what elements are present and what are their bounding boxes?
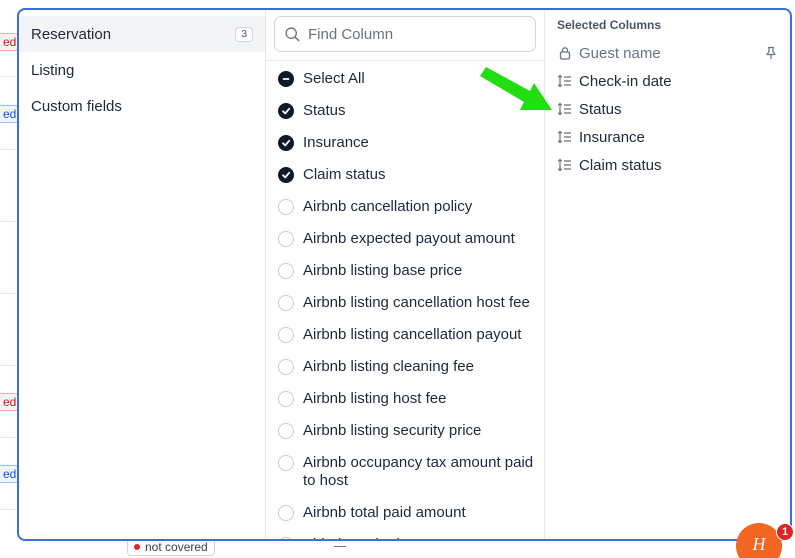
column-checkbox[interactable] — [278, 231, 294, 247]
drag-handle-icon[interactable] — [557, 130, 572, 145]
column-option[interactable]: Claim status — [266, 159, 544, 191]
column-option-label: Insurance — [303, 134, 369, 151]
column-option-label: Airbnb listing cleaning fee — [303, 358, 474, 375]
selected-column-item[interactable]: Status — [557, 95, 778, 123]
selected-column-label: Claim status — [579, 156, 662, 174]
column-checkbox[interactable] — [278, 263, 294, 279]
search-box[interactable] — [274, 16, 536, 52]
search-icon — [285, 26, 300, 42]
column-picker-modal: Reservation 3 Listing Custom fields Sele… — [17, 8, 792, 541]
column-option-label: Airbnb occupancy tax amount paid to host — [303, 454, 534, 489]
table-divider — [0, 221, 16, 222]
column-option[interactable]: Airbnb occupancy tax amount paid to host — [266, 447, 544, 497]
column-checkbox[interactable] — [278, 103, 294, 119]
column-option[interactable]: Airbnb total price — [266, 529, 544, 539]
column-options-list: Select All Status Insurance Claim status Air… — [266, 61, 544, 539]
table-divider — [0, 437, 16, 438]
column-checkbox[interactable] — [278, 295, 294, 311]
column-option[interactable]: Airbnb listing security price — [266, 415, 544, 447]
column-checkbox[interactable] — [278, 135, 294, 151]
column-option[interactable]: Airbnb cancellation policy — [266, 191, 544, 223]
category-list: Reservation 3 Listing Custom fields — [19, 10, 266, 539]
annotation-arrow-icon — [480, 67, 552, 110]
pin-icon[interactable] — [763, 46, 778, 61]
empty-cell-dash — [334, 546, 346, 547]
category-label: Listing — [31, 61, 75, 79]
column-option[interactable]: Airbnb listing cleaning fee — [266, 351, 544, 383]
column-option-label: Airbnb total paid amount — [303, 504, 466, 521]
column-checkbox[interactable] — [278, 327, 294, 343]
search-input[interactable] — [308, 25, 525, 43]
drag-handle-icon[interactable] — [557, 158, 572, 173]
column-checkbox[interactable] — [278, 455, 294, 471]
selected-columns-title: Selected Columns — [557, 18, 662, 32]
column-option-label: Status — [303, 102, 346, 119]
column-option[interactable]: Airbnb listing host fee — [266, 383, 544, 415]
column-option-label: Airbnb listing base price — [303, 262, 463, 279]
selected-columns-list: Guest name Check-in date Status Insurance Cl… — [557, 39, 778, 179]
column-checkbox[interactable] — [278, 199, 294, 215]
column-option-label: Airbnb total price — [303, 536, 416, 539]
drag-handle-icon[interactable] — [557, 102, 572, 117]
selected-column-label: Insurance — [579, 128, 645, 146]
column-option[interactable]: Airbnb listing cancellation payout — [266, 319, 544, 351]
search-wrapper — [266, 10, 544, 61]
column-checkbox[interactable] — [278, 423, 294, 439]
table-divider — [0, 293, 16, 294]
column-option-label: Claim status — [303, 166, 386, 183]
column-option-label: Airbnb cancellation policy — [303, 198, 473, 215]
table-divider — [0, 365, 16, 366]
column-option[interactable]: Insurance — [266, 127, 544, 159]
column-option-label: Airbnb expected payout amount — [303, 230, 515, 247]
table-divider — [0, 509, 16, 510]
selected-columns-panel: Selected Columns Guest name Check-in date… — [545, 10, 790, 539]
column-option-label: Select All — [303, 70, 365, 87]
table-divider — [0, 149, 16, 150]
column-checkbox[interactable] — [278, 359, 294, 375]
selected-column-label: Guest name — [579, 44, 661, 62]
column-option-label: Airbnb listing cancellation host fee — [303, 294, 530, 311]
column-checkbox[interactable] — [278, 505, 294, 521]
column-option[interactable]: Airbnb total paid amount — [266, 497, 544, 529]
category-item-custom-fields[interactable]: Custom fields — [19, 88, 265, 124]
selected-column-item[interactable]: Check-in date — [557, 67, 778, 95]
lock-icon — [557, 46, 572, 61]
category-count-badge: 3 — [235, 26, 253, 42]
selected-column-label: Status — [579, 100, 622, 118]
category-item-listing[interactable]: Listing — [19, 52, 265, 88]
column-option-label: Airbnb listing security price — [303, 422, 482, 439]
drag-handle-icon[interactable] — [557, 74, 572, 89]
selected-column-item[interactable]: Claim status — [557, 151, 778, 179]
column-option-label: Airbnb listing cancellation payout — [303, 326, 522, 343]
column-checkbox[interactable] — [278, 391, 294, 407]
table-divider — [0, 76, 16, 77]
selected-column-locked: Guest name — [557, 39, 778, 67]
selected-column-label: Check-in date — [579, 72, 672, 90]
column-checkbox[interactable] — [278, 537, 294, 539]
insurance-badge-label: not covered — [145, 540, 208, 554]
select-all-checkbox[interactable] — [278, 71, 294, 87]
notification-badge: 1 — [776, 523, 794, 541]
category-label: Reservation — [31, 25, 112, 43]
column-option[interactable]: Airbnb listing base price — [266, 255, 544, 287]
status-dot-icon — [134, 544, 140, 550]
selected-column-item[interactable]: Insurance — [557, 123, 778, 151]
category-label: Custom fields — [31, 97, 122, 115]
column-checkbox[interactable] — [278, 167, 294, 183]
column-option[interactable]: Airbnb listing cancellation host fee — [266, 287, 544, 319]
help-logo-icon: H — [752, 534, 766, 554]
column-option-label: Airbnb listing host fee — [303, 390, 447, 407]
category-item-reservation[interactable]: Reservation 3 — [19, 16, 265, 52]
column-option[interactable]: Airbnb expected payout amount — [266, 223, 544, 255]
